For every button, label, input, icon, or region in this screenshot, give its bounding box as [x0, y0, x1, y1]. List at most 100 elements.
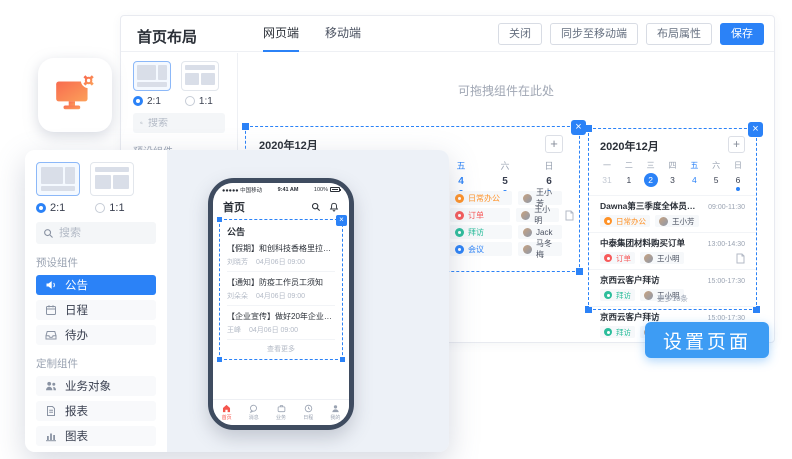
layout-thumb-2-1[interactable]	[36, 162, 80, 196]
mobile-config-overlay: 2:1 1:1 预设组件 公告 日程 待办 定制组件	[25, 150, 449, 452]
event-row[interactable]: 日常办公 王小芳	[450, 191, 574, 205]
remove-widget-button[interactable]: ×	[748, 122, 763, 137]
layout-thumb-2-1[interactable]	[133, 61, 171, 91]
sidebar-item-announcement[interactable]: 公告	[36, 275, 156, 295]
announcement-item[interactable]: 【通知】防疫工作员工须知 刘朵朵04月06日 09:00	[227, 272, 335, 306]
week-column[interactable]: 六 5	[488, 159, 522, 194]
bell-icon[interactable]	[329, 202, 339, 212]
add-event-button[interactable]: +	[545, 135, 563, 153]
message-icon	[249, 404, 258, 413]
sidebar-item-business-object[interactable]: 业务对象	[36, 376, 156, 396]
resize-handle[interactable]	[217, 357, 222, 362]
announcement-item[interactable]: 【假期】和创科技香格里拉大酒店3层奥… 刘晓芳04月06日 09:00	[227, 238, 335, 272]
close-icon: ×	[752, 123, 758, 135]
radio-2-1[interactable]: 2:1	[133, 96, 161, 107]
sidebar-item-todo[interactable]: 待办	[36, 325, 156, 345]
battery-icon	[330, 187, 340, 192]
weekday-header: 一 二 三 四 五 六 日	[600, 160, 745, 171]
avatar	[644, 254, 653, 263]
tab-web[interactable]: 网页端	[263, 16, 299, 52]
date-cell[interactable]: 3	[665, 173, 679, 187]
event-row[interactable]: 订单 王小明	[450, 208, 574, 222]
add-event-button[interactable]: +	[728, 136, 745, 153]
week-column[interactable]: 五 4	[444, 159, 478, 194]
widget-title: 公告	[227, 225, 335, 238]
radio-1-1[interactable]: 1:1	[185, 96, 213, 107]
clock-icon	[304, 404, 313, 413]
author: 刘朵朵	[227, 291, 248, 301]
plus-icon: +	[550, 136, 558, 151]
briefcase-icon	[277, 404, 286, 413]
phone-tab-bar: 首页 消息 业务 日程	[213, 399, 349, 425]
search-icon[interactable]	[311, 202, 321, 212]
date-row: 31 1 2 3 4 5 6	[600, 173, 745, 187]
layout-thumb-1-1[interactable]	[181, 61, 219, 91]
tab-mobile[interactable]: 移动端	[325, 16, 361, 52]
sidebar-item-report[interactable]: 报表	[36, 401, 156, 421]
date-cell-selected[interactable]: 2	[644, 173, 658, 187]
layout-thumb-1-1[interactable]	[90, 162, 134, 196]
tag-icon	[604, 254, 612, 262]
save-button[interactable]: 保存	[720, 23, 764, 45]
remove-widget-button[interactable]: ×	[336, 215, 347, 226]
resize-handle[interactable]	[340, 357, 345, 362]
phone-screen: ●●●●● 中国移动 9:41 AM 100% 首页	[213, 183, 349, 425]
author: 王峰	[227, 325, 241, 335]
event-item[interactable]: 中泰集团材料购买订单13:00-14:30 订单 王小明	[589, 232, 756, 269]
event-row[interactable]: 会议 马冬梅	[450, 242, 574, 256]
tray-icon	[45, 329, 57, 341]
report-icon	[45, 405, 57, 417]
avatar	[521, 211, 530, 220]
page-title: 首页布局	[137, 26, 197, 47]
custom-components-label: 定制组件	[36, 356, 156, 371]
close-icon: ×	[575, 121, 581, 133]
publish-time: 04月06日 09:00	[249, 325, 298, 335]
date-cell[interactable]: 1	[622, 173, 636, 187]
setup-page-button[interactable]: 设置页面	[645, 322, 769, 358]
date-cell[interactable]: 31	[600, 173, 614, 187]
tab-schedule[interactable]: 日程	[295, 400, 322, 425]
chart-icon	[45, 430, 57, 442]
date-cell-today[interactable]: 4	[687, 173, 701, 187]
radio-2-1[interactable]: 2:1	[36, 202, 65, 214]
calendar-icon	[45, 304, 57, 316]
search-input[interactable]	[148, 118, 218, 129]
sync-to-mobile-button[interactable]: 同步至移动端	[550, 23, 638, 45]
tab-profile[interactable]: 我的	[322, 400, 349, 425]
resize-handle[interactable]	[585, 125, 592, 132]
component-search[interactable]	[36, 222, 156, 244]
resize-handle[interactable]	[217, 217, 222, 222]
sidebar-item-schedule[interactable]: 日程	[36, 300, 156, 320]
component-search[interactable]	[133, 113, 225, 133]
tag-icon	[455, 245, 464, 254]
battery-indicator: 100%	[314, 187, 340, 193]
resize-handle[interactable]	[242, 123, 249, 130]
radio-dot	[133, 96, 143, 106]
event-row[interactable]: 拜访 Jack	[450, 225, 574, 239]
announcement-item[interactable]: 【企业宣传】做好20年企业宣传计划报告会 王峰04月06日 09:00	[227, 306, 335, 340]
date-cell[interactable]: 6	[731, 173, 745, 187]
date-cell[interactable]: 5	[709, 173, 723, 187]
carrier-label: ●●●●● 中国移动	[222, 186, 262, 194]
close-button[interactable]: 关闭	[498, 23, 542, 45]
announcement-widget[interactable]: × 公告 【假期】和创科技香格里拉大酒店3层奥… 刘晓芳04月06日 09:00…	[219, 219, 343, 360]
device-tabs: 网页端 移动端	[263, 16, 361, 52]
search-icon	[43, 228, 54, 239]
event-list: Dawna第三季度全体员工总结会09:00-11:30 日常办公 王小芳 中泰集…	[589, 195, 756, 343]
radio-1-1[interactable]: 1:1	[95, 202, 124, 214]
avatar	[523, 245, 532, 254]
monitor-gear-icon	[52, 72, 98, 119]
tab-messages[interactable]: 消息	[240, 400, 267, 425]
search-input[interactable]	[59, 227, 143, 239]
tab-home[interactable]: 首页	[213, 400, 240, 425]
tab-business[interactable]: 业务	[267, 400, 294, 425]
remove-widget-button[interactable]: ×	[571, 120, 586, 135]
event-item[interactable]: Dawna第三季度全体员工总结会09:00-11:30 日常办公 王小芳	[589, 195, 756, 232]
month-calendar-widget[interactable]: × 2020年12月 + 一 二 三 四 五 六 日 31 1 2 3 4 5 …	[588, 128, 757, 310]
view-more-link[interactable]: 查看更多	[227, 340, 335, 357]
more-events-link[interactable]: 更多10条	[589, 293, 756, 304]
layout-props-button[interactable]: 布局属性	[646, 23, 712, 45]
mobile-preview-area: ●●●●● 中国移动 9:41 AM 100% 首页	[167, 150, 449, 452]
sidebar-item-chart[interactable]: 图表	[36, 426, 156, 446]
resize-handle[interactable]	[576, 268, 583, 275]
